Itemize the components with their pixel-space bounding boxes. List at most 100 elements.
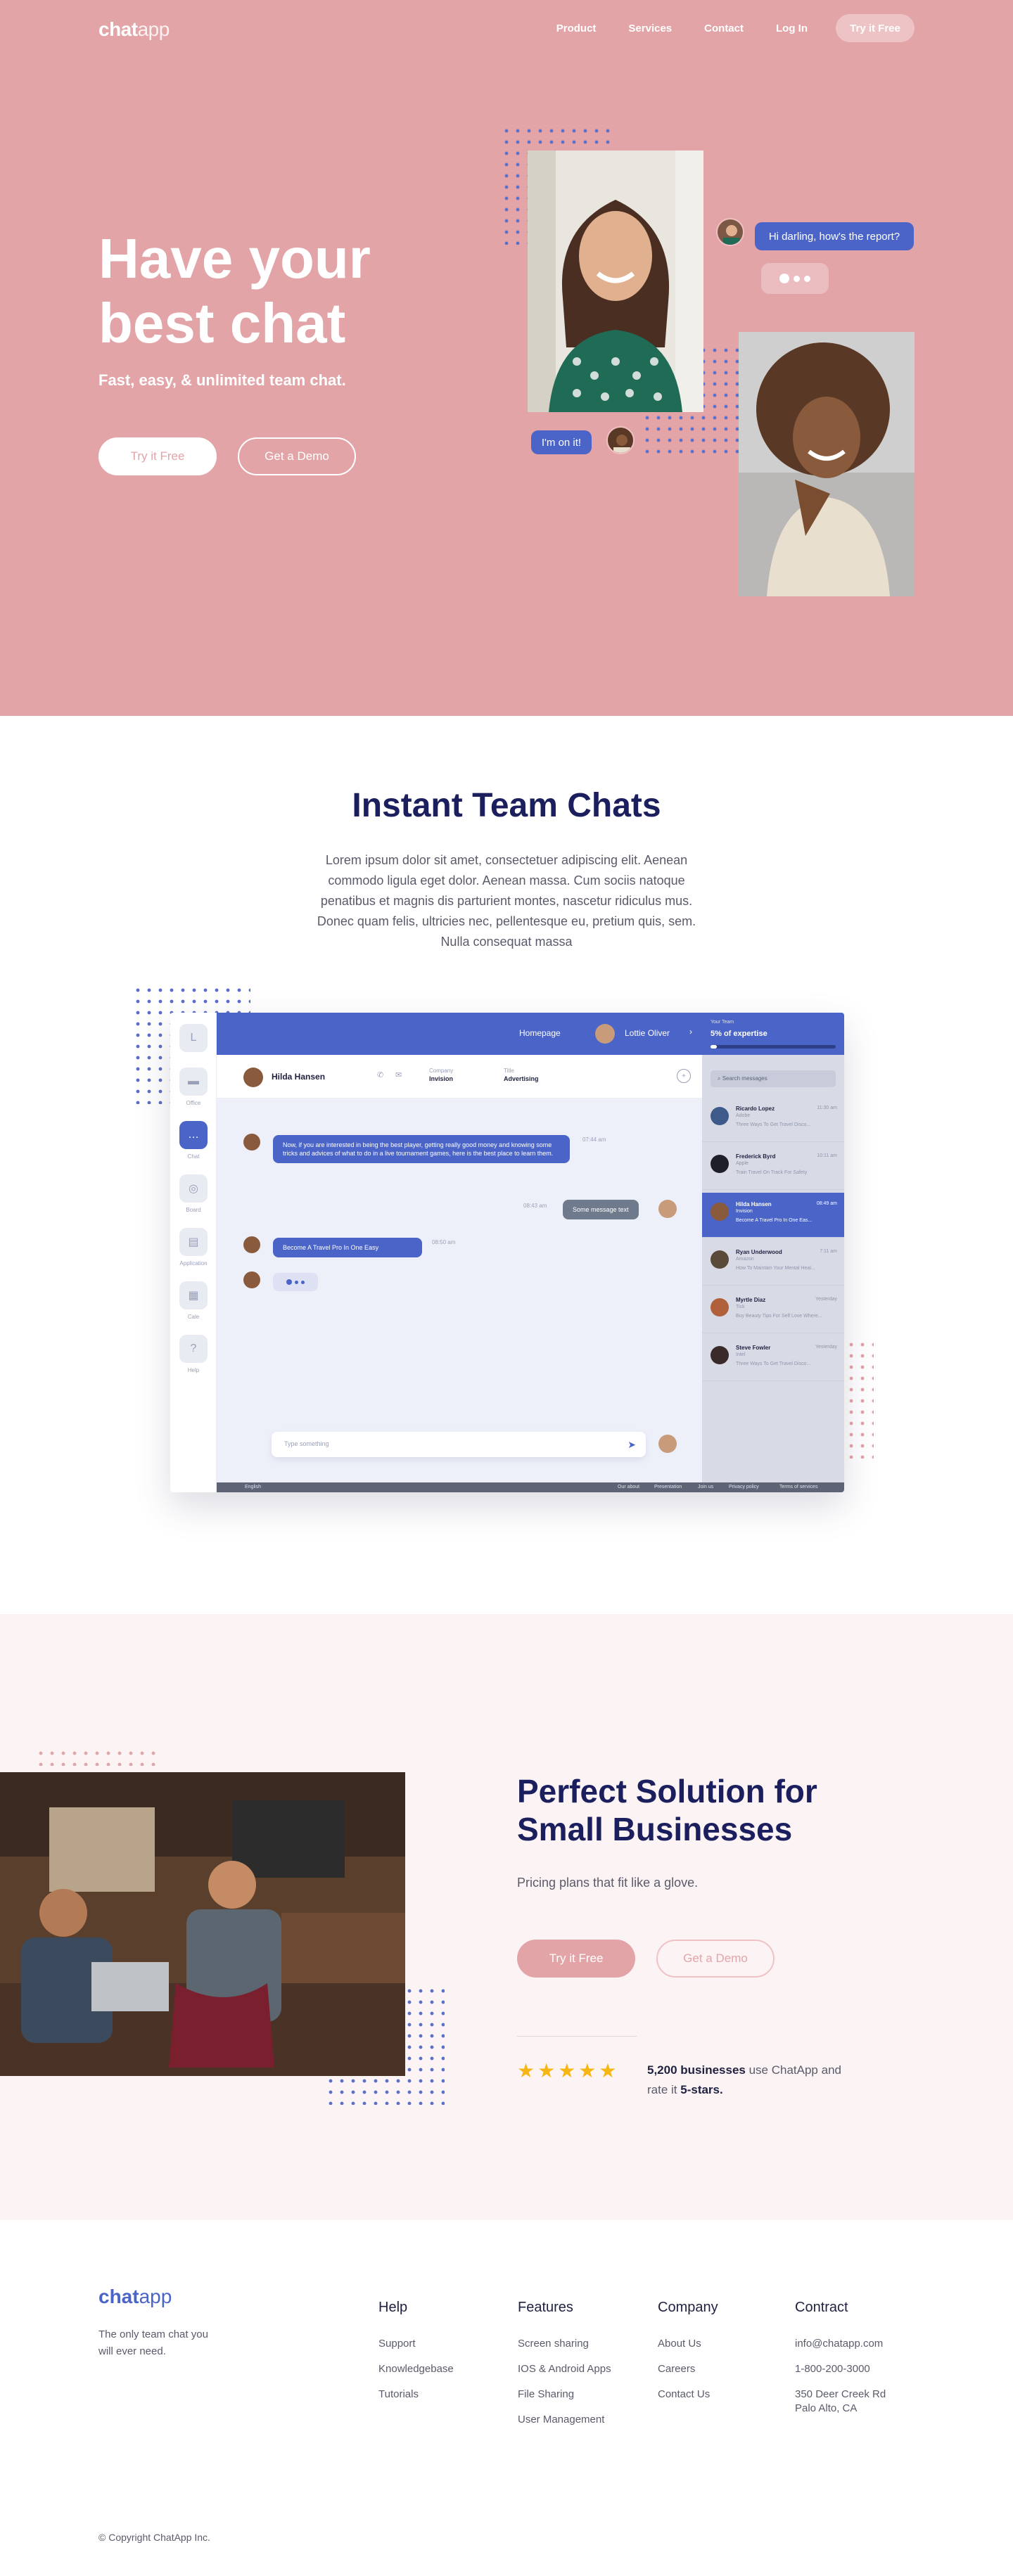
footer-link[interactable]: Terms of services [779,1485,817,1489]
footer-link[interactable]: Careers [658,2362,718,2376]
hero-title: Have your best chat [98,227,371,354]
briefcase-icon: ▬ [179,1068,208,1096]
hero-section: chatapp Product Services Contact Log In … [0,0,1013,716]
app-logo: L [170,1024,217,1056]
contact-item[interactable]: Steve Fowler Intel Three Ways To Get Trave… [702,1336,844,1381]
message-time: 08:43 am [523,1203,547,1209]
contact-item[interactable]: Frederick Byrd Apple Train Travel On Track… [702,1145,844,1190]
search-icon: ⌕ [718,1075,722,1082]
chat-messages: Now, if you are interested in being the … [217,1098,702,1482]
footer-phone[interactable]: 1-800-200-3000 [795,2362,900,2376]
solution-try-free-button[interactable]: Try it Free [517,1940,635,1978]
chat-icon: … [179,1121,208,1149]
nav-login[interactable]: Log In [776,23,808,34]
contact-item[interactable]: Ryan Underwood Amazon How To Maintain Your… [702,1241,844,1286]
hero-avatar-2 [606,426,635,454]
decorative-dots [846,1339,874,1459]
message-bubble: Become A Travel Pro In One Easy [273,1238,422,1257]
message-avatar [243,1134,260,1151]
nav-product[interactable]: Product [556,23,597,34]
contacts-header: Your Team 5% of expertise [702,1013,844,1055]
rating-text: 5,200 businesses use ChatApp and rate it… [647,2063,841,2096]
topbar-homepage-link[interactable]: Homepage [519,1028,561,1038]
contact-avatar [711,1250,729,1269]
solution-section: Perfect Solution for Small Businesses Pr… [0,1614,1013,2220]
footer-link[interactable]: About Us [658,2337,718,2351]
sidebar-item-chat[interactable]: … Chat [170,1121,217,1160]
top-nav: Product Services Contact Log In Try it F… [524,14,915,42]
footer-link[interactable]: Join us [698,1485,713,1489]
chat-meta-company: Company Invision [429,1068,454,1082]
footer-link[interactable]: Presentation [654,1485,682,1489]
hero-photo-woman-1 [528,150,703,412]
chat-meta-title: Title Advertising [504,1068,539,1082]
message-input[interactable]: Type something ➤ [272,1432,646,1457]
footer-link[interactable]: Our about [618,1485,639,1489]
send-icon[interactable]: ➤ [627,1439,636,1451]
contact-item[interactable]: Ricardo Lopez Adobe Three Ways To Get Trav… [702,1097,844,1142]
footer-link[interactable]: Support [378,2337,454,2351]
solution-title: Perfect Solution for Small Businesses [517,1773,817,1847]
footer-link[interactable]: Privacy policy [729,1485,759,1489]
mail-icon[interactable]: ✉ [395,1070,402,1079]
footer-logo[interactable]: chatapp [98,2286,172,2308]
expertise-progress-bar [711,1045,836,1049]
app-topbar: Homepage Lottie Oliver › [217,1013,702,1055]
copyright: © Copyright ChatApp Inc. [98,2532,210,2543]
footer-link[interactable]: Knowledgebase [378,2362,454,2376]
hero-get-demo-button[interactable]: Get a Demo [238,437,356,475]
add-icon[interactable]: + [677,1069,691,1083]
message-time: 08:50 am [432,1239,456,1245]
message-avatar [658,1435,677,1453]
sidebar-item-help[interactable]: ? Help [170,1335,217,1373]
nav-try-free-button[interactable]: Try it Free [836,14,915,42]
hero-try-free-button[interactable]: Try it Free [98,437,217,475]
message-bubble: Now, if you are interested in being the … [273,1135,570,1163]
sidebar-item-board[interactable]: ◎ Board [170,1174,217,1213]
message-avatar [658,1200,677,1218]
help-icon: ? [179,1335,208,1363]
footer-link[interactable]: User Management [518,2413,611,2427]
divider [517,2036,637,2037]
footer-link[interactable]: IOS & Android Apps [518,2362,611,2376]
solution-subtitle: Pricing plans that fit like a glove. [517,1876,699,1890]
footer-link[interactable]: Tutorials [378,2388,454,2402]
sidebar-item-application[interactable]: ▤ Application [170,1228,217,1267]
contact-avatar [711,1346,729,1364]
chat-avatar [243,1068,263,1087]
contact-avatar [711,1298,729,1316]
contact-item-active[interactable]: Hilda Hansen Invision Become A Travel Pro … [702,1193,844,1238]
footer-email[interactable]: info@chatapp.com [795,2337,900,2351]
nav-contact[interactable]: Contact [704,23,744,34]
sidebar-item-cale[interactable]: ▦ Cale [170,1281,217,1320]
logo[interactable]: chatapp [98,18,170,41]
search-messages-input[interactable]: ⌕ Search messages [711,1070,836,1087]
footer-col-title: Company [658,2300,718,2315]
contact-avatar [711,1155,729,1173]
typing-indicator [273,1273,318,1291]
app-footer: English Our about Presentation Join us P… [217,1482,844,1492]
message-time: 07:44 am [582,1136,606,1143]
footer-link[interactable]: Contact Us [658,2388,718,2402]
solution-get-demo-button[interactable]: Get a Demo [656,1940,775,1978]
footer-col-company: Company About Us Careers Contact Us [658,2300,718,2413]
footer-col-contract: Contract info@chatapp.com 1-800-200-3000… [795,2300,900,2427]
phone-icon[interactable]: ✆ [377,1070,383,1079]
nav-services[interactable]: Services [628,23,672,34]
contacts-panel: Your Team 5% of expertise ⌕ Search messa… [702,1013,844,1482]
chat-contact-name: Hilda Hansen [272,1072,326,1082]
hero-avatar-1 [716,218,744,246]
hero-photo-woman-2 [739,332,915,596]
chevron-right-icon[interactable]: › [689,1027,692,1037]
footer-col-title: Contract [795,2300,848,2315]
hero-subtitle: Fast, easy, & unlimited team chat. [98,371,346,389]
team-chats-body: Lorem ipsum dolor sit amet, consectetuer… [317,853,696,949]
topbar-user-name[interactable]: Lottie Oliver [625,1028,670,1038]
language-select[interactable]: English [245,1485,261,1489]
footer-link[interactable]: File Sharing [518,2388,611,2402]
footer-link[interactable]: Screen sharing [518,2337,611,2351]
contact-item[interactable]: Myrtle Diaz Tick Buy Beauty Tips For Self … [702,1288,844,1333]
contact-avatar [711,1203,729,1221]
sidebar-item-office[interactable]: ▬ Office [170,1068,217,1106]
app-screenshot-mockup: L ▬ Office … Chat ◎ Board ▤ Application ▦ Cal… [170,1013,844,1492]
